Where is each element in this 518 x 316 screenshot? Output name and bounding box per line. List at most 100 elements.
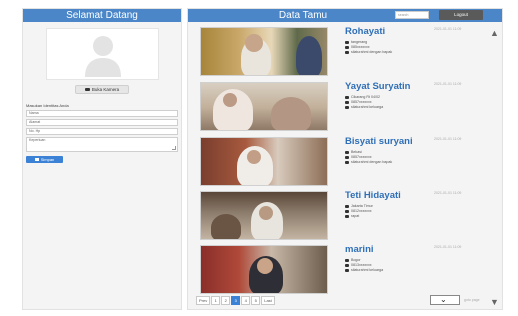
- guest-list-title: Data Tamu: [278, 10, 328, 21]
- guest-datetime: 2021-01-01 11:09: [434, 137, 462, 141]
- briefcase-icon: [345, 105, 349, 109]
- purpose-text: silaturahmi dengan bapak: [351, 50, 393, 54]
- guest-photo: [200, 191, 328, 240]
- pagination: Prev 1 2 3 4 5 Last: [196, 296, 276, 305]
- chevron-down-icon: ⌄: [440, 295, 447, 304]
- guest-datetime: 2021-01-01 11:09: [434, 191, 462, 195]
- phone-input[interactable]: No. Hp: [26, 128, 178, 135]
- save-button-label: Simpan: [40, 157, 55, 162]
- scroll-up-icon[interactable]: ▲: [490, 29, 499, 38]
- purpose-text: silaturahmi keluarga: [351, 105, 384, 109]
- name-input[interactable]: Nama: [26, 110, 178, 117]
- map-marker-icon: [345, 95, 349, 99]
- page-jump-select[interactable]: ⌄: [430, 295, 460, 305]
- guest-datetime: 2021-01-01 11:09: [434, 27, 462, 31]
- guest-address: Bekasi: [345, 150, 362, 154]
- guest-photo: [200, 82, 328, 131]
- page-3[interactable]: 3: [231, 296, 241, 305]
- briefcase-icon: [345, 268, 349, 272]
- address-input[interactable]: Alamat: [26, 119, 178, 126]
- guest-phone: 0857xxxxxxx: [345, 155, 372, 159]
- address-text: Bekasi: [351, 150, 362, 154]
- page-jump-label: goto page: [464, 298, 480, 302]
- purpose-text: silaturahmi dengan bapak: [351, 160, 393, 164]
- scroll-down-icon[interactable]: ▼: [490, 298, 499, 307]
- search-input[interactable]: search: [395, 11, 429, 19]
- guest-name: Bisyati suryani: [345, 136, 413, 147]
- guest-entry[interactable]: marini 2021-01-01 11:09 Bogor 0813xxxxxx…: [200, 244, 488, 297]
- page-1[interactable]: 1: [211, 296, 221, 305]
- guest-entry[interactable]: Teti Hidayati 2021-01-01 11:09 Jakarta T…: [200, 190, 488, 243]
- phone-text: 0857xxxxxxx: [351, 100, 372, 104]
- camera-icon: [84, 88, 90, 92]
- form-label: Masukan Identitas Anda: [26, 103, 69, 108]
- phone-icon: [345, 263, 349, 267]
- phone-icon: [345, 100, 349, 104]
- guest-photo: [200, 27, 328, 76]
- guest-purpose: silaturahmi keluarga: [345, 268, 383, 272]
- save-icon: [34, 158, 39, 162]
- guest-purpose: silaturahmi keluarga: [345, 105, 383, 109]
- purpose-text: rapat: [351, 214, 360, 218]
- briefcase-icon: [345, 214, 349, 218]
- phone-text: 0857xxxxxxx: [351, 155, 372, 159]
- page-prev[interactable]: Prev: [196, 296, 211, 305]
- map-marker-icon: [345, 40, 349, 44]
- camera-button-label: Buka Kamera: [91, 87, 120, 92]
- phone-text: 0813xxxxxxx: [351, 263, 372, 267]
- logout-button[interactable]: Logout: [439, 10, 483, 20]
- page-4[interactable]: 4: [241, 296, 251, 305]
- phone-icon: [345, 155, 349, 159]
- open-camera-button[interactable]: Buka Kamera: [75, 85, 129, 94]
- resize-grip-icon[interactable]: [172, 146, 176, 150]
- phone-text: 0812xxxxxxx: [351, 209, 372, 213]
- briefcase-icon: [345, 50, 349, 54]
- guest-datetime: 2021-01-01 11:09: [434, 245, 462, 249]
- guest-form-panel: Selamat Datang Buka Kamera Masukan Ident…: [22, 8, 182, 310]
- page-2[interactable]: 2: [221, 296, 231, 305]
- guest-phone: 0813xxxxxxx: [345, 263, 372, 267]
- purpose-textarea[interactable]: Keperluan: [26, 137, 178, 152]
- guest-datetime: 2021-01-01 11:09: [434, 82, 462, 86]
- briefcase-icon: [345, 160, 349, 164]
- welcome-title: Selamat Datang: [23, 9, 181, 22]
- guest-entry[interactable]: Rohayati 2021-01-01 11:09 tangerang 085x…: [200, 26, 488, 79]
- guest-purpose: rapat: [345, 214, 359, 218]
- purpose-placeholder: Keperluan: [29, 138, 46, 142]
- address-text: tangerang: [351, 40, 368, 44]
- phone-text: 085xxxxxxx: [351, 45, 370, 49]
- page-last[interactable]: Last: [261, 296, 275, 305]
- guest-list-header: Data Tamu search Logout: [188, 9, 502, 22]
- guest-photo: [200, 137, 328, 186]
- guest-photo: [200, 245, 328, 294]
- guest-name: Teti Hidayati: [345, 190, 401, 201]
- guest-purpose: silaturahmi dengan bapak: [345, 50, 392, 54]
- address-text: Jakarta Timur: [351, 204, 373, 208]
- guest-address: Bogor: [345, 258, 361, 262]
- guest-entry[interactable]: Bisyati suryani 2021-01-01 11:09 Bekasi …: [200, 136, 488, 189]
- address-text: Bogor: [351, 258, 361, 262]
- address-text: Cikarang Rt 04/02: [351, 95, 380, 99]
- guest-phone: 0812xxxxxxx: [345, 209, 372, 213]
- guest-name: Yayat Suryatin: [345, 81, 411, 92]
- phone-icon: [345, 209, 349, 213]
- photo-preview: [45, 28, 159, 80]
- guest-phone: 0857xxxxxxx: [345, 100, 372, 104]
- guest-address: Cikarang Rt 04/02: [345, 95, 380, 99]
- page-5[interactable]: 5: [251, 296, 261, 305]
- guest-name: Rohayati: [345, 26, 386, 37]
- user-silhouette-icon: [84, 36, 121, 77]
- purpose-text: silaturahmi keluarga: [351, 268, 384, 272]
- map-marker-icon: [345, 258, 349, 262]
- guest-address: Jakarta Timur: [345, 204, 373, 208]
- guest-name: marini: [345, 244, 374, 255]
- guest-entry[interactable]: Yayat Suryatin 2021-01-01 11:09 Cikarang…: [200, 81, 488, 134]
- guest-phone: 085xxxxxxx: [345, 45, 370, 49]
- save-button[interactable]: Simpan: [26, 156, 63, 163]
- phone-icon: [345, 45, 349, 49]
- guest-purpose: silaturahmi dengan bapak: [345, 160, 392, 164]
- map-marker-icon: [345, 150, 349, 154]
- guest-address: tangerang: [345, 40, 367, 44]
- guest-list-panel: Data Tamu search Logout ▲ Rohayati 2021-…: [187, 8, 503, 310]
- map-marker-icon: [345, 204, 349, 208]
